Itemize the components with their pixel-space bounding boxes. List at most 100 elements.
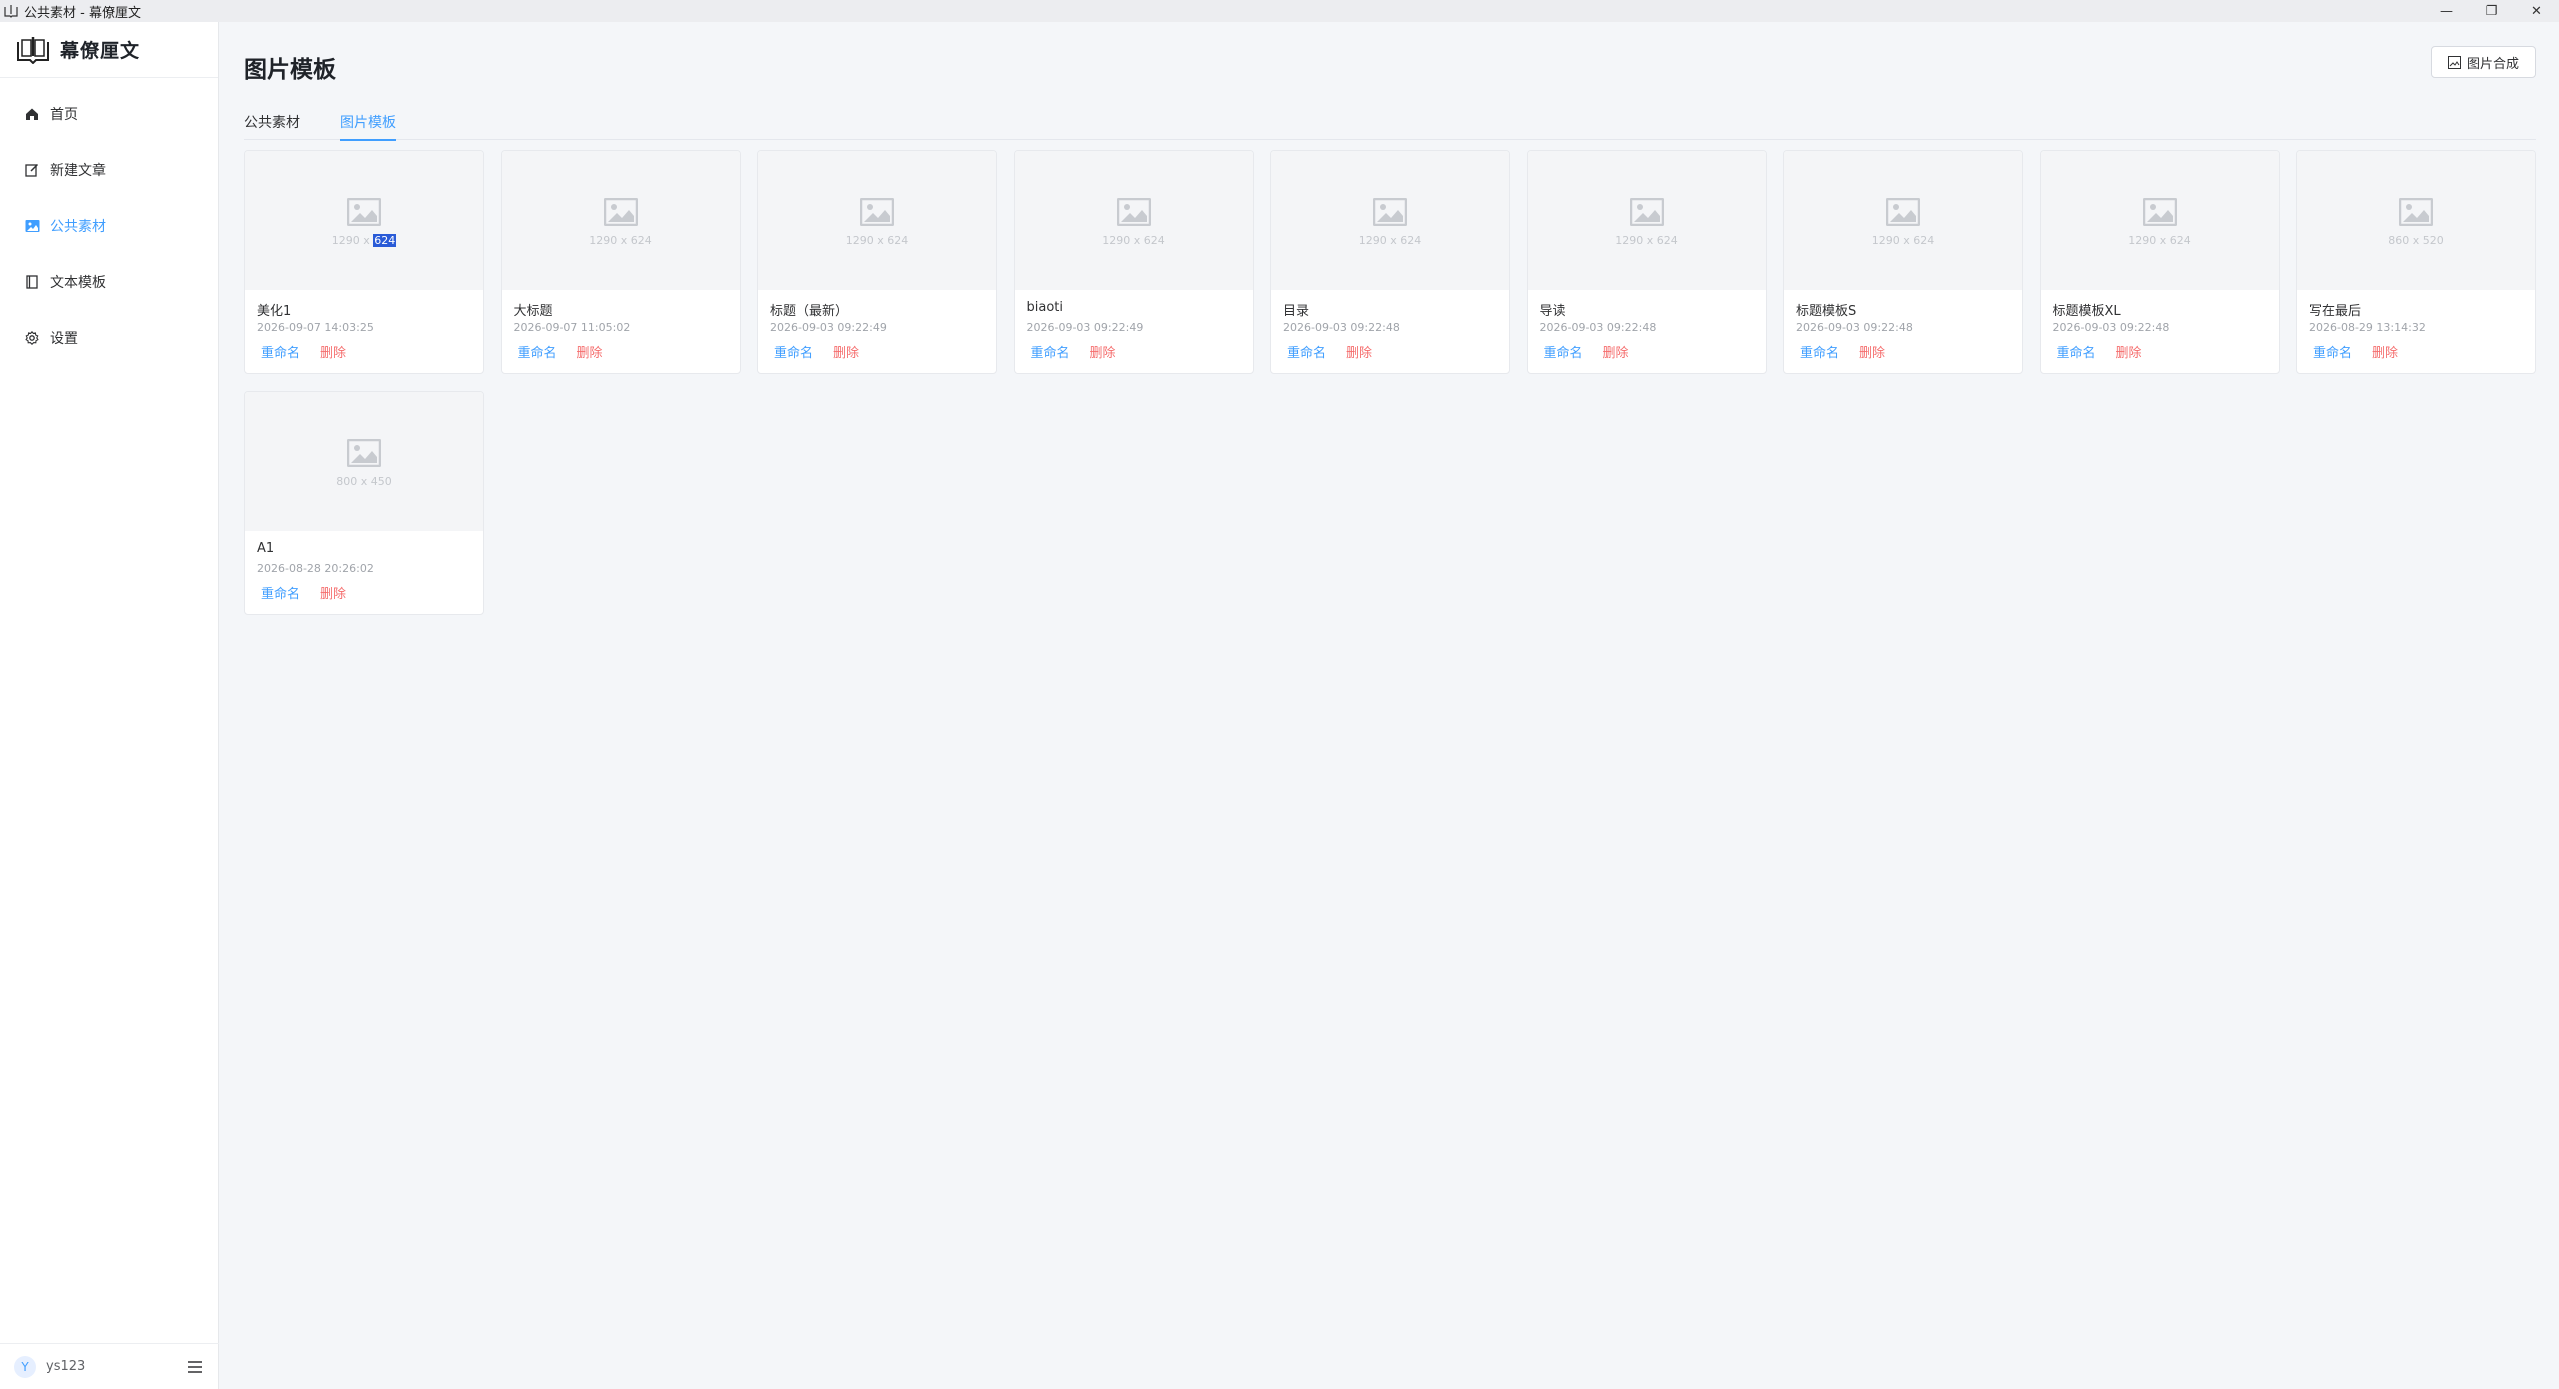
minimize-button[interactable]: — [2424, 0, 2469, 22]
sidebar-item-settings[interactable]: 设置 [0, 310, 218, 366]
rename-button[interactable]: 重命名 [770, 342, 813, 361]
edit-icon [24, 162, 40, 178]
sidebar-item-public-assets[interactable]: 公共素材 [0, 198, 218, 254]
template-thumbnail[interactable]: 1290 x 624 [245, 151, 483, 290]
template-card[interactable]: 1290 x 624 标题模板S 2026-09-03 09:22:48 重命名… [1783, 150, 2023, 374]
template-dimensions: 1290 x 624 [2128, 234, 2191, 247]
image-placeholder-icon [347, 439, 381, 467]
template-dimensions: 1290 x 624 [1871, 234, 1935, 247]
template-dimensions: 800 x 450 [336, 475, 392, 488]
avatar[interactable]: Y [14, 1355, 36, 1378]
template-grid: 1290 x 624 美化1 2026-09-07 14:03:25 重命名 删… [244, 150, 2536, 615]
template-timestamp: 2026-09-03 09:22:48 [1283, 321, 1400, 334]
delete-button[interactable]: 删除 [2116, 342, 2142, 361]
tab-image-templates[interactable]: 图片模板 [340, 108, 396, 141]
template-dimensions: 1290 x 624 [331, 234, 397, 247]
template-thumbnail[interactable]: 1290 x 624 [1784, 151, 2022, 290]
template-card[interactable]: 1290 x 624 目录 2026-09-03 09:22:48 重命名 删除 [1270, 150, 1510, 374]
template-timestamp: 2026-09-03 09:22:48 [1539, 321, 1657, 334]
template-card[interactable]: 1290 x 624 biaoti 2026-09-03 09:22:49 重命… [1013, 150, 1254, 374]
template-thumbnail[interactable]: 1290 x 624 [2040, 151, 2279, 290]
image-placeholder-icon [1629, 198, 1664, 226]
image-placeholder-icon [1886, 198, 1920, 226]
sidebar-item-text-templates[interactable]: 文本模板 [0, 254, 218, 310]
template-thumbnail[interactable]: 1290 x 624 [1271, 151, 1509, 290]
sidebar-item-label: 文本模板 [50, 275, 106, 291]
template-name: 标题模板S [1796, 304, 1857, 319]
template-card[interactable]: 1290 x 624 标题（最新） 2026-09-03 09:22:49 重命… [757, 150, 997, 374]
template-timestamp: 2026-09-07 14:03:25 [257, 321, 374, 334]
template-card[interactable]: 1290 x 624 大标题 2026-09-07 11:05:02 重命名 删… [500, 150, 741, 374]
home-icon [24, 106, 40, 122]
image-placeholder-icon [603, 198, 638, 226]
main-content: 图片模板 图片合成 公共素材 图片模板 1290 x 624 美化1 2026-… [220, 22, 2559, 1389]
template-thumbnail[interactable]: 860 x 520 [2297, 151, 2535, 290]
image-icon [24, 218, 40, 234]
template-thumbnail[interactable]: 1290 x 624 [1014, 151, 1253, 290]
delete-button[interactable]: 删除 [1859, 342, 1885, 361]
selected-text: 624 [373, 234, 397, 247]
image-compose-button[interactable]: 图片合成 [2430, 46, 2536, 78]
template-dimensions: 1290 x 624 [1102, 234, 1165, 247]
delete-button[interactable]: 删除 [833, 342, 859, 361]
template-thumbnail[interactable]: 800 x 450 [245, 392, 483, 531]
sidebar-nav: 首页 新建文章 公共素材 文本模板 设置 [0, 78, 218, 366]
rename-button[interactable]: 重命名 [2309, 342, 2352, 361]
window-title: 公共素材 - 幕僚厘文 [24, 5, 141, 21]
delete-button[interactable]: 删除 [1090, 342, 1116, 361]
rename-button[interactable]: 重命名 [257, 583, 300, 602]
sidebar-item-new-article[interactable]: 新建文章 [0, 142, 218, 198]
rename-button[interactable]: 重命名 [514, 342, 557, 361]
template-name: 大标题 [513, 304, 553, 319]
delete-button[interactable]: 删除 [1346, 342, 1372, 361]
template-thumbnail[interactable]: 1290 x 624 [1527, 151, 1766, 290]
template-timestamp: 2026-08-28 20:26:02 [257, 562, 374, 575]
rename-button[interactable]: 重命名 [1027, 342, 1070, 361]
tabs: 公共素材 图片模板 [244, 108, 2536, 141]
sidebar-item-label: 新建文章 [50, 163, 106, 179]
rename-button[interactable]: 重命名 [2053, 342, 2096, 361]
sidebar-item-label: 公共素材 [50, 219, 106, 235]
image-placeholder-icon [347, 198, 381, 226]
image-placeholder-icon [2399, 198, 2433, 226]
template-timestamp: 2026-09-07 11:05:02 [513, 321, 631, 334]
template-thumbnail[interactable]: 1290 x 624 [501, 151, 740, 290]
template-card[interactable]: 860 x 520 写在最后 2026-08-29 13:14:32 重命名 删… [2296, 150, 2536, 374]
image-placeholder-icon [1116, 198, 1151, 226]
menu-toggle-button[interactable] [185, 1357, 205, 1377]
image-placeholder-icon [860, 198, 894, 226]
delete-button[interactable]: 删除 [320, 583, 346, 602]
rename-button[interactable]: 重命名 [257, 342, 300, 361]
delete-button[interactable]: 删除 [1603, 342, 1629, 361]
template-name: 标题（最新） [770, 304, 849, 319]
template-card[interactable]: 1290 x 624 导读 2026-09-03 09:22:48 重命名 删除 [1526, 150, 1767, 374]
tab-public-assets[interactable]: 公共素材 [244, 108, 300, 140]
brand-logo-icon [17, 36, 49, 64]
template-name: A1 [257, 541, 275, 556]
template-card[interactable]: 800 x 450 A1 2026-08-28 20:26:02 重命名 删除 [244, 391, 484, 615]
template-name: 写在最后 [2309, 304, 2362, 319]
image-compose-label: 图片合成 [2466, 56, 2519, 72]
sidebar-item-home[interactable]: 首页 [0, 86, 218, 142]
template-dimensions: 1290 x 624 [845, 234, 909, 247]
delete-button[interactable]: 删除 [577, 342, 603, 361]
template-card[interactable]: 1290 x 624 美化1 2026-09-07 14:03:25 重命名 删… [244, 150, 484, 374]
image-placeholder-icon [1373, 198, 1407, 226]
rename-button[interactable]: 重命名 [1796, 342, 1839, 361]
rename-button[interactable]: 重命名 [1540, 342, 1583, 361]
restore-button[interactable]: ❐ [2469, 0, 2514, 22]
template-timestamp: 2026-08-29 13:14:32 [2309, 321, 2426, 334]
close-button[interactable]: ✕ [2514, 0, 2559, 22]
user-panel: Y ys123 [0, 1343, 219, 1389]
template-name: 标题模板XL [2052, 304, 2121, 319]
template-card[interactable]: 1290 x 624 标题模板XL 2026-09-03 09:22:48 重命… [2039, 150, 2280, 374]
template-dimensions: 1290 x 624 [1615, 234, 1678, 247]
brand-name: 幕僚厘文 [60, 40, 141, 62]
delete-button[interactable]: 删除 [320, 342, 346, 361]
template-name: 导读 [1539, 304, 1566, 319]
hamburger-icon [188, 1361, 202, 1373]
rename-button[interactable]: 重命名 [1283, 342, 1326, 361]
sidebar-item-label: 首页 [50, 107, 78, 123]
delete-button[interactable]: 删除 [2372, 342, 2398, 361]
template-thumbnail[interactable]: 1290 x 624 [758, 151, 996, 290]
